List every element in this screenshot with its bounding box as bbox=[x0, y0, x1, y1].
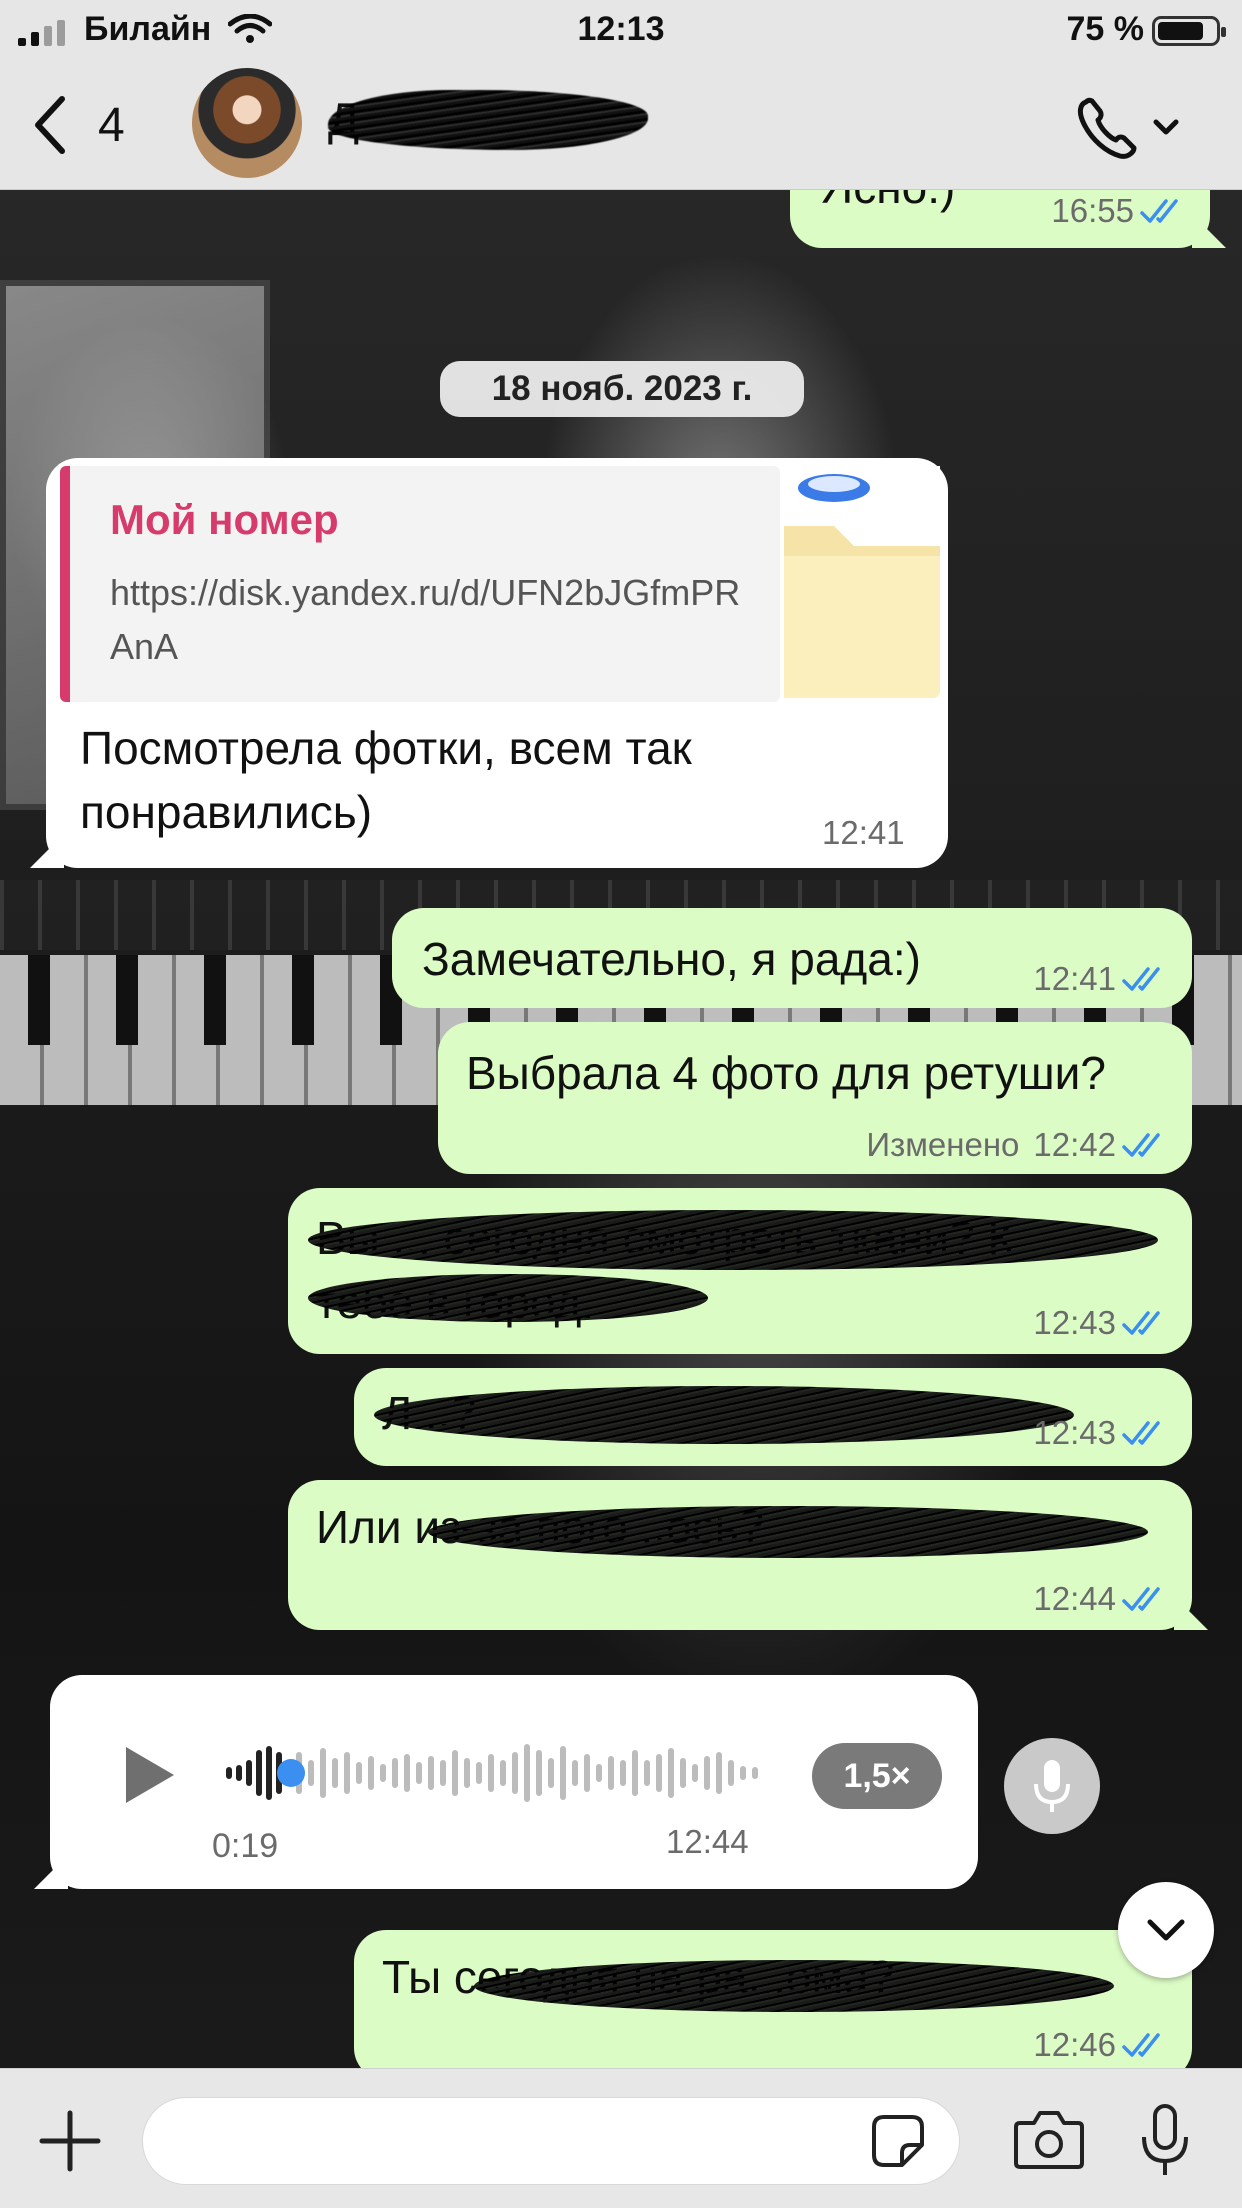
link-preview[interactable]: Мой номер https://disk.yandex.ru/d/UFN2b… bbox=[60, 466, 780, 702]
message-bubble-outgoing[interactable]: Ясно:) 16:55 bbox=[790, 190, 1226, 248]
message-time: 12:44 bbox=[666, 1823, 749, 1860]
message-bubble-outgoing[interactable]: Замечательно, я рада:) 12:41 bbox=[392, 908, 1192, 1008]
chat-header: Билайн 12:13 75 % 4 Д bbox=[0, 0, 1242, 190]
redaction-scribble bbox=[428, 1506, 1148, 1558]
chevron-left-icon bbox=[35, 96, 65, 154]
date-divider: 18 нояб. 2023 г. bbox=[440, 361, 804, 417]
battery-icon bbox=[1152, 16, 1226, 46]
transcribe-voice-button[interactable] bbox=[1004, 1738, 1100, 1834]
scroll-to-bottom-button[interactable] bbox=[1118, 1882, 1214, 1978]
plus-icon bbox=[39, 2110, 101, 2172]
double-check-icon bbox=[1122, 1421, 1160, 1445]
bubble-tail bbox=[34, 1855, 68, 1889]
redaction-scribble bbox=[474, 1960, 1114, 2012]
message-meta: Изменено 12:42 bbox=[866, 1126, 1168, 1164]
edited-label: Изменено bbox=[866, 1126, 1020, 1163]
sticker-icon bbox=[872, 2115, 924, 2167]
microphone-icon bbox=[1034, 1760, 1070, 1812]
voice-record-button[interactable] bbox=[1140, 2103, 1190, 2179]
message-time: 12:44 bbox=[1033, 1580, 1116, 1617]
double-check-icon bbox=[1122, 1587, 1160, 1611]
message-meta: 16:55 bbox=[1051, 192, 1186, 230]
message-time: 12:41 bbox=[822, 814, 905, 851]
play-button[interactable] bbox=[120, 1743, 180, 1807]
message-meta: 12:46 bbox=[1033, 2026, 1168, 2064]
double-check-icon bbox=[1122, 1311, 1160, 1335]
double-check-icon bbox=[1140, 199, 1178, 223]
phone-icon bbox=[1077, 97, 1137, 159]
bubble-tail bbox=[30, 834, 64, 868]
battery-percent: 75 % bbox=[1066, 10, 1145, 48]
status-time: 12:13 bbox=[577, 10, 665, 48]
message-composer bbox=[0, 2068, 1242, 2208]
message-list[interactable]: Ясно:) 16:55 18 нояб. 2023 г. Мой номер … bbox=[0, 190, 1242, 2068]
message-text: Посмотрела фотки, всем так понравились) bbox=[80, 722, 692, 838]
bubble-tail bbox=[1192, 214, 1226, 248]
redaction-scribble bbox=[374, 1386, 1074, 1444]
bubble-tail bbox=[1174, 1596, 1208, 1630]
chevron-down-icon bbox=[1147, 1919, 1185, 1941]
contact-avatar[interactable] bbox=[192, 68, 302, 178]
message-time: 12:43 bbox=[1033, 1304, 1116, 1341]
message-meta: 12:43 bbox=[1033, 1414, 1168, 1452]
contact-name[interactable]: Д bbox=[328, 84, 648, 154]
message-bubble-outgoing[interactable]: Вы ... сегодня смотреть ткани? К тебе в … bbox=[288, 1188, 1192, 1354]
message-meta: 12:44 bbox=[1033, 1580, 1168, 1618]
redaction-scribble bbox=[308, 1274, 708, 1322]
link-preview-title: Мой номер bbox=[110, 496, 339, 543]
message-meta: 12:43 bbox=[1033, 1304, 1168, 1342]
folder-icon bbox=[784, 466, 940, 702]
voice-playhead bbox=[277, 1759, 305, 1787]
message-bubble-outgoing[interactable]: Л...? 12:43 bbox=[354, 1368, 1192, 1466]
message-time: 12:43 bbox=[1033, 1414, 1116, 1451]
voice-duration: 0:19 bbox=[212, 1827, 279, 1865]
redaction-scribble bbox=[328, 90, 648, 150]
playback-speed-button[interactable]: 1,5× bbox=[812, 1743, 942, 1809]
message-time: 12:46 bbox=[1033, 2026, 1116, 2063]
camera-button[interactable] bbox=[1012, 2109, 1086, 2171]
sticker-button[interactable] bbox=[870, 2113, 926, 2169]
camera-icon bbox=[1014, 2111, 1084, 2169]
message-bubble-outgoing[interactable]: Или из-за пого...ось? 12:44 bbox=[288, 1480, 1208, 1630]
message-meta: 12:41 bbox=[1033, 960, 1168, 998]
double-check-icon bbox=[1122, 1133, 1160, 1157]
message-meta: 12:41 bbox=[822, 814, 905, 852]
phone-call-button[interactable] bbox=[1072, 92, 1182, 162]
unread-count: 4 bbox=[98, 98, 125, 152]
voice-message[interactable]: 1,5× 0:19 12:44 bbox=[34, 1675, 978, 1889]
message-time: 16:55 bbox=[1051, 192, 1134, 229]
message-text: Ясно:) bbox=[820, 190, 955, 214]
double-check-icon bbox=[1122, 2033, 1160, 2057]
double-check-icon bbox=[1122, 967, 1160, 991]
chevron-down-icon bbox=[1153, 119, 1179, 135]
message-bubble-outgoing[interactable]: Ты сегодня на ра...ома? 12:46 bbox=[354, 1930, 1192, 2068]
message-text: Замечательно, я рада:) bbox=[422, 933, 921, 985]
back-button[interactable]: 4 bbox=[30, 90, 150, 160]
link-preview-url: https://disk.yandex.ru/d/UFN2bJGfmPRAnA bbox=[110, 572, 741, 667]
message-input[interactable] bbox=[142, 2097, 960, 2185]
voice-waveform[interactable] bbox=[225, 1733, 805, 1813]
redaction-scribble bbox=[308, 1210, 1158, 1270]
message-time: 12:42 bbox=[1033, 1126, 1116, 1163]
attach-button[interactable] bbox=[38, 2109, 102, 2173]
play-icon bbox=[126, 1747, 174, 1803]
microphone-icon bbox=[1142, 2104, 1188, 2175]
message-text: Выбрала 4 фото для ретуши? bbox=[466, 1047, 1106, 1099]
message-time: 12:41 bbox=[1033, 960, 1116, 997]
message-bubble-outgoing[interactable]: Выбрала 4 фото для ретуши? Изменено 12:4… bbox=[438, 1022, 1192, 1174]
